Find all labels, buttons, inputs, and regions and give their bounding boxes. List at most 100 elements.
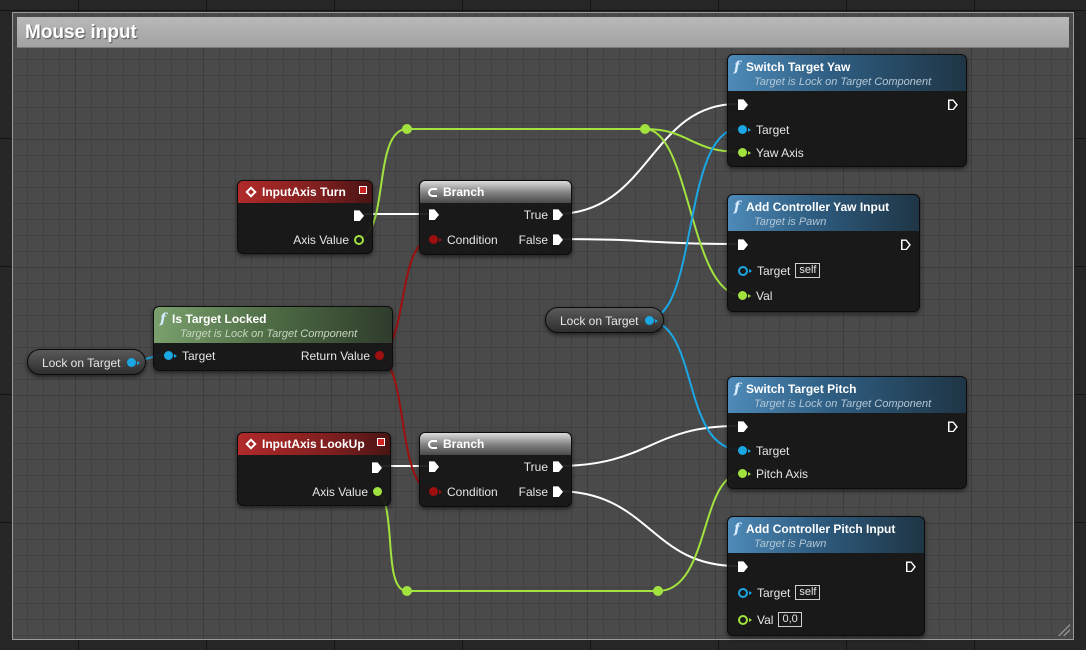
exec-arrow-icon: [372, 462, 382, 474]
exec-arrow-icon: [906, 561, 916, 572]
condition-pin[interactable]: Condition: [429, 232, 498, 248]
node-branch-bottom[interactable]: Branch Condition True False: [419, 432, 572, 507]
exec-arrow-icon: [429, 209, 439, 221]
node-header[interactable]: f Add Controller Pitch Input Target is Pa…: [728, 517, 924, 553]
node-add-controller-yaw-input[interactable]: f Add Controller Yaw Input Target is Pawn…: [727, 194, 920, 312]
float-pin-icon: [373, 487, 382, 497]
exec-out-pin[interactable]: [901, 237, 911, 253]
exec-arrow-icon: [553, 209, 563, 221]
node-header[interactable]: f Switch Target Yaw Target is Lock on Tar…: [728, 55, 966, 91]
function-icon: f: [734, 59, 741, 75]
node-subtitle: Target is Pawn: [754, 216, 827, 228]
resize-grip-icon[interactable]: [1058, 624, 1070, 636]
node-inputaxis-lookup[interactable]: InputAxis LookUp Axis Value: [237, 432, 391, 506]
exec-out-pin[interactable]: [354, 208, 364, 224]
bool-pin-icon: [375, 351, 384, 361]
node-header[interactable]: Branch: [420, 433, 571, 455]
false-pin[interactable]: False: [519, 484, 563, 500]
return-value-pin[interactable]: Return Value: [301, 348, 384, 364]
node-branch-top[interactable]: Branch Condition True False: [419, 180, 572, 255]
pin-label: Val: [757, 613, 774, 627]
target-pin[interactable]: Target: [738, 443, 789, 459]
target-pin[interactable]: Target self: [738, 585, 821, 601]
function-icon: f: [734, 521, 741, 537]
comment-header[interactable]: Mouse input: [17, 17, 1069, 48]
exec-arrow-icon: [738, 561, 748, 573]
node-header[interactable]: Branch: [420, 181, 571, 203]
exec-arrow-icon: [738, 239, 748, 251]
node-title: InputAxis Turn: [262, 185, 346, 199]
pin-label: Axis Value: [293, 233, 349, 247]
event-diamond-icon: [245, 438, 257, 450]
node-switch-target-yaw[interactable]: f Switch Target Yaw Target is Lock on Tar…: [727, 54, 967, 167]
true-pin[interactable]: True: [524, 207, 563, 223]
variable-label: Lock on Target: [42, 356, 121, 370]
float-pin-icon: [738, 469, 747, 479]
variable-lock-on-target-left[interactable]: Lock on Target: [27, 349, 146, 375]
object-pin-icon[interactable]: [126, 358, 136, 368]
node-header[interactable]: f Add Controller Yaw Input Target is Pawn: [728, 195, 919, 231]
node-title: Switch Target Pitch: [746, 382, 857, 396]
object-pin-icon: [738, 125, 747, 135]
node-add-controller-pitch-input[interactable]: f Add Controller Pitch Input Target is Pa…: [727, 516, 925, 636]
val-pin[interactable]: Val: [738, 288, 772, 304]
pin-label: False: [518, 233, 548, 247]
bool-pin-icon: [429, 235, 438, 245]
node-subtitle: Target is Lock on Target Component: [180, 328, 358, 340]
target-pin[interactable]: Target: [164, 348, 215, 364]
pin-label: Return Value: [300, 349, 370, 363]
axis-value-pin[interactable]: Axis Value: [312, 484, 382, 500]
exec-in-pin[interactable]: [429, 207, 439, 223]
node-is-target-locked[interactable]: f Is Target Locked Target is Lock on Targ…: [153, 306, 393, 371]
val-pin[interactable]: Val 0,0: [738, 612, 802, 628]
exec-arrow-icon: [553, 461, 563, 473]
pin-label: Target: [182, 349, 216, 363]
function-icon: f: [734, 381, 741, 397]
exec-out-pin[interactable]: [948, 97, 958, 113]
branch-icon: [428, 188, 437, 197]
exec-in-pin[interactable]: [738, 97, 748, 113]
exec-out-pin[interactable]: [948, 419, 958, 435]
target-default-value[interactable]: self: [795, 585, 821, 601]
node-header[interactable]: f Switch Target Pitch Target is Lock on T…: [728, 377, 966, 413]
exec-arrow-icon: [738, 421, 748, 433]
exec-in-pin[interactable]: [738, 419, 748, 435]
val-default-value[interactable]: 0,0: [778, 612, 802, 628]
yaw-axis-pin[interactable]: Yaw Axis: [738, 145, 804, 161]
node-header[interactable]: InputAxis LookUp: [238, 433, 390, 455]
exec-in-pin[interactable]: [429, 459, 439, 475]
variable-lock-on-target-mid[interactable]: Lock on Target: [545, 307, 664, 333]
pin-label: Target: [757, 264, 791, 278]
node-switch-target-pitch[interactable]: f Switch Target Pitch Target is Lock on T…: [727, 376, 967, 489]
true-pin[interactable]: True: [524, 459, 563, 475]
exec-arrow-icon: [354, 210, 364, 222]
target-default-value[interactable]: self: [795, 263, 821, 279]
exec-arrow-icon: [553, 486, 563, 498]
exec-out-pin[interactable]: [906, 559, 916, 575]
exec-arrow-icon: [429, 461, 439, 473]
exec-in-pin[interactable]: [738, 237, 748, 253]
pin-label: Target: [756, 123, 790, 137]
node-inputaxis-turn[interactable]: InputAxis Turn Axis Value: [237, 180, 373, 254]
node-title: InputAxis LookUp: [262, 437, 365, 451]
node-title: Add Controller Yaw Input: [746, 200, 890, 214]
false-pin[interactable]: False: [519, 232, 563, 248]
object-pin-icon[interactable]: [644, 316, 654, 326]
pin-label: Pitch Axis: [756, 467, 809, 481]
object-pin-icon: [164, 351, 173, 361]
pitch-axis-pin[interactable]: Pitch Axis: [738, 466, 808, 482]
object-pin-icon: [738, 446, 747, 456]
target-pin[interactable]: Target: [738, 122, 789, 138]
function-icon: f: [734, 199, 741, 215]
object-pin-icon: [738, 587, 748, 598]
axis-value-pin[interactable]: Axis Value: [293, 232, 364, 248]
pin-label: False: [518, 485, 548, 499]
bool-pin-icon: [429, 487, 438, 497]
node-header[interactable]: f Is Target Locked Target is Lock on Targ…: [154, 307, 392, 343]
event-diamond-icon: [245, 186, 257, 198]
exec-in-pin[interactable]: [738, 559, 748, 575]
condition-pin[interactable]: Condition: [429, 484, 498, 500]
node-header[interactable]: InputAxis Turn: [238, 181, 372, 203]
exec-out-pin[interactable]: [372, 460, 382, 476]
target-pin[interactable]: Target self: [738, 263, 821, 279]
